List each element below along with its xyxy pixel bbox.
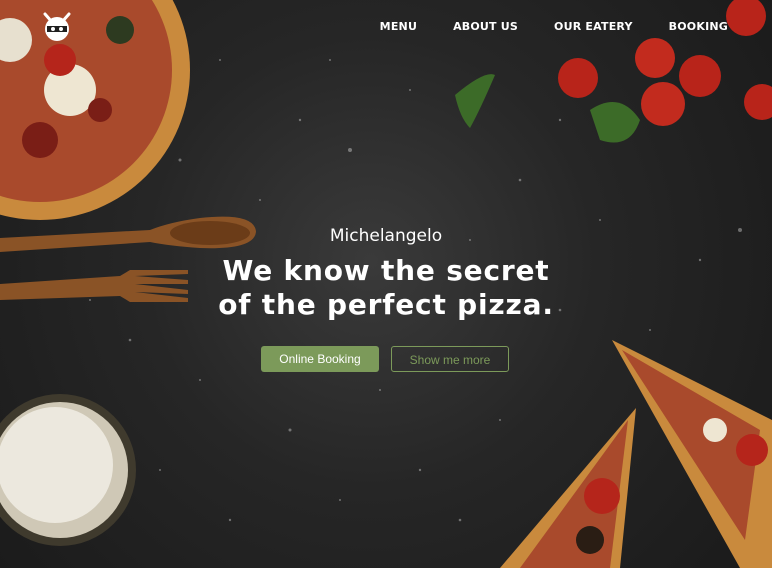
- hero-actions: Online Booking Show me more: [261, 346, 509, 372]
- nav-item-menu[interactable]: MENU: [380, 20, 417, 33]
- main-nav: MENU ABOUT US OUR EATERY BOOKING: [344, 20, 728, 33]
- brand-name: Michelangelo: [329, 226, 443, 246]
- headline-line-2: of the perfect pizza.: [218, 288, 554, 321]
- nav-item-about-us[interactable]: ABOUT US: [453, 20, 518, 33]
- nav-item-our-eatery[interactable]: OUR EATERY: [554, 20, 633, 33]
- headline-line-1: We know the secret: [222, 254, 550, 287]
- hero-copy: Michelangelo We know the secret of the p…: [0, 226, 772, 322]
- show-more-button[interactable]: Show me more: [391, 346, 509, 372]
- nav-item-booking[interactable]: BOOKING: [669, 20, 728, 33]
- hero-headline: We know the secret of the perfect pizza.: [0, 254, 772, 322]
- ninja-mascot-icon[interactable]: [40, 10, 74, 44]
- online-booking-button[interactable]: Online Booking: [261, 346, 379, 372]
- hero-section: MENU ABOUT US OUR EATERY BOOKING Michela…: [0, 0, 772, 568]
